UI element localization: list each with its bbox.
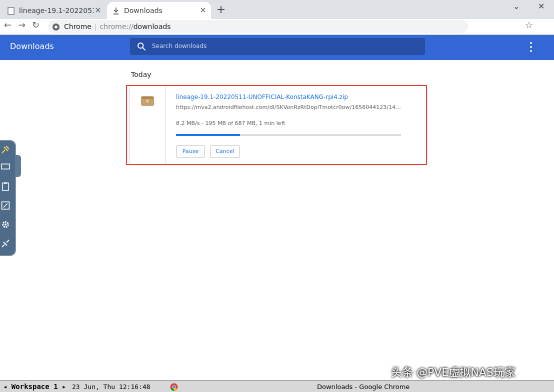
file-icon xyxy=(7,6,15,15)
tab-label: Downloads xyxy=(124,6,163,15)
page-title: Downloads xyxy=(10,42,54,51)
close-icon[interactable]: ✕ xyxy=(94,6,102,15)
forward-icon[interactable]: → xyxy=(18,21,26,31)
pin-icon[interactable] xyxy=(1,145,10,154)
search-box[interactable] xyxy=(130,38,425,55)
keyboard-icon[interactable] xyxy=(1,162,10,171)
taskbar-clock: 23 Jun, Thu 12:16:48 xyxy=(72,383,151,391)
archive-file-icon xyxy=(141,96,154,106)
window-close-button[interactable]: ✕ xyxy=(538,2,545,11)
fullscreen-icon[interactable] xyxy=(1,201,10,210)
tab-label: lineage-19.1-20220511-UN xyxy=(19,6,94,15)
side-tool-panel xyxy=(0,140,16,256)
url-scheme: chrome:// xyxy=(99,22,134,31)
system-taskbar: ◂ Workspace 1 ▸ 23 Jun, Thu 12:16:48 Dow… xyxy=(0,380,554,392)
disconnect-icon[interactable] xyxy=(1,239,10,248)
app-label: Chrome xyxy=(64,22,92,31)
minimize-button[interactable]: ⌄ xyxy=(513,2,520,11)
download-source-url[interactable]: https://mva2.androidfilehost.com/dl/SKVo… xyxy=(176,105,404,111)
clipboard-icon[interactable] xyxy=(1,182,10,191)
browser-toolbar: ← → ↻ Chrome | chrome:// downloads ☆ xyxy=(0,19,554,35)
cancel-button[interactable]: Cancel xyxy=(210,145,240,158)
reload-icon[interactable]: ↻ xyxy=(32,21,40,31)
taskbar-window-title[interactable]: Downloads - Google Chrome xyxy=(317,383,410,391)
chrome-taskbar-icon[interactable] xyxy=(170,383,178,391)
date-section-label: Today xyxy=(131,71,152,79)
tab-strip: lineage-19.1-20220511-UN ✕ Downloads ✕ +… xyxy=(0,0,554,19)
download-filename-link[interactable]: lineage-19.1-20220511-UNOFFICIAL-KonstaK… xyxy=(176,94,348,101)
address-bar[interactable]: Chrome | chrome:// downloads xyxy=(48,20,468,33)
watermark-text: 头条 @PVE虚拟NAS玩家 xyxy=(391,366,516,379)
screen: lineage-19.1-20220511-UN ✕ Downloads ✕ +… xyxy=(0,0,554,392)
download-item-card: lineage-19.1-20220511-UNOFFICIAL-KonstaK… xyxy=(130,86,426,164)
file-icon-column xyxy=(130,86,166,164)
tab-downloads[interactable]: Downloads ✕ xyxy=(107,2,211,19)
workspace-switcher[interactable]: ◂ Workspace 1 ▸ xyxy=(3,383,66,391)
search-icon xyxy=(137,42,146,51)
separator: | xyxy=(94,22,97,31)
chrome-icon xyxy=(52,23,60,30)
more-options-icon[interactable] xyxy=(527,40,535,54)
download-status-text: 8.2 MB/s - 195 MB of 687 MB, 1 min left xyxy=(176,121,286,127)
panel-collapse-handle[interactable] xyxy=(15,155,21,177)
downloads-toolbar: Downloads xyxy=(0,35,554,60)
new-tab-button[interactable]: + xyxy=(214,3,228,16)
star-icon[interactable]: ☆ xyxy=(525,21,533,31)
url-path: downloads xyxy=(133,22,171,31)
download-progress-bar xyxy=(176,134,401,136)
gear-icon[interactable] xyxy=(1,220,10,229)
close-icon[interactable]: ✕ xyxy=(199,6,207,15)
download-progress-fill xyxy=(176,134,240,136)
pause-button[interactable]: Pause xyxy=(176,145,205,158)
back-icon[interactable]: ← xyxy=(4,21,12,31)
download-icon xyxy=(113,7,119,14)
search-input[interactable] xyxy=(152,43,412,50)
tab-lineage-file[interactable]: lineage-19.1-20220511-UN ✕ xyxy=(2,2,106,19)
